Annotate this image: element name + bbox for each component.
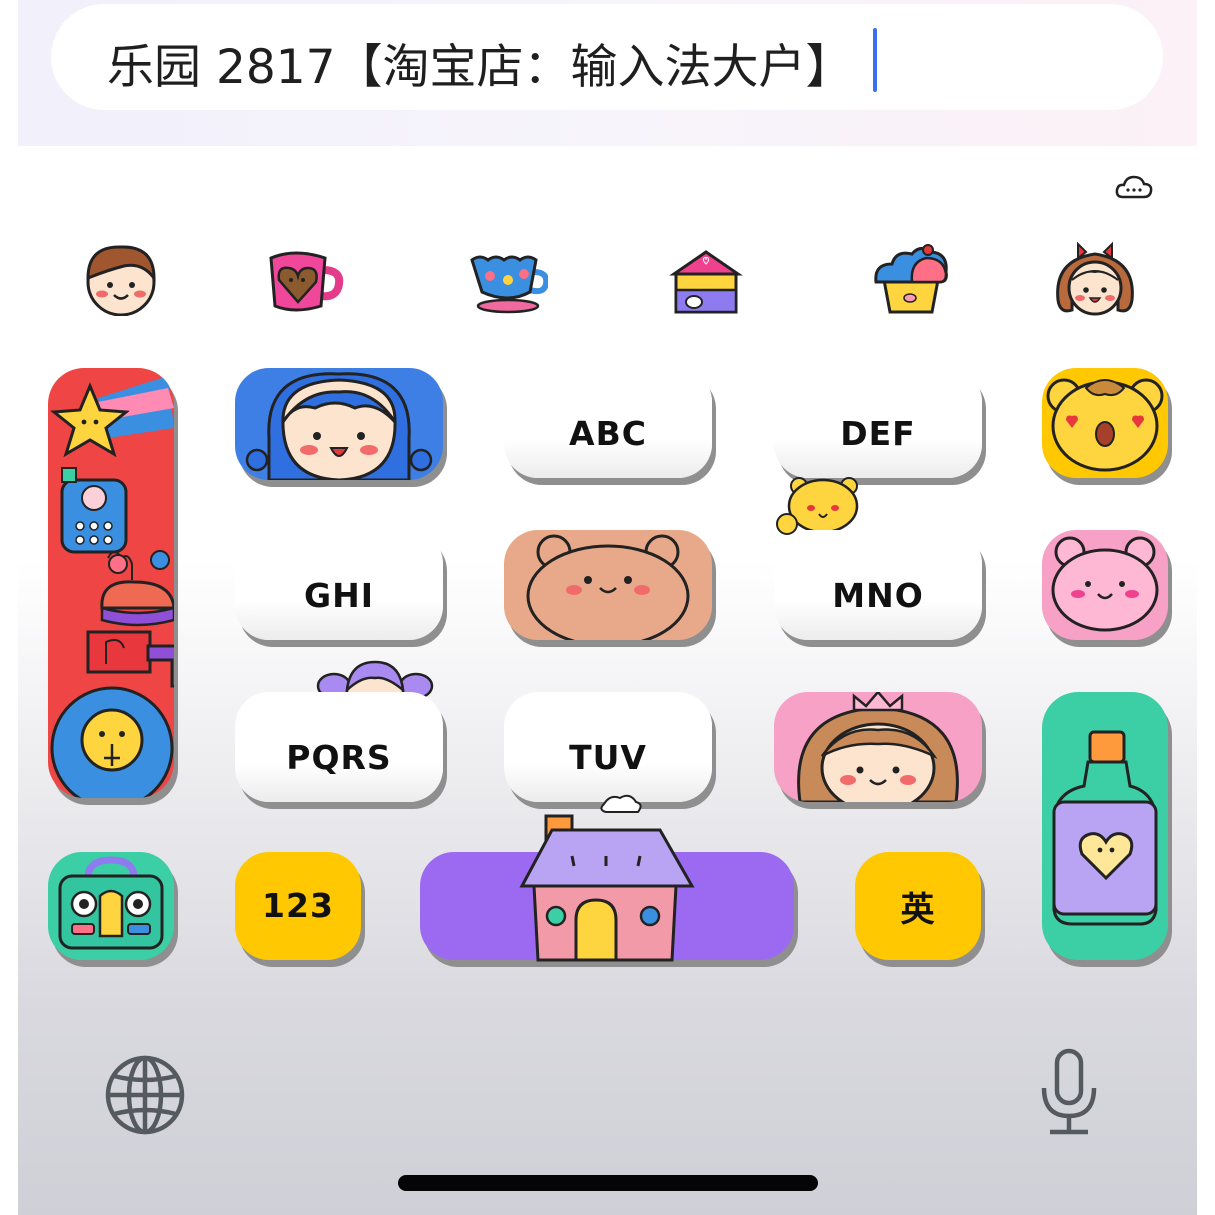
language-switch-label: 英: [900, 890, 936, 930]
cloud-sync-icon[interactable]: [1115, 174, 1153, 200]
number-mode-key[interactable]: 123: [235, 852, 361, 960]
flower-teacup-icon[interactable]: [468, 250, 548, 314]
milk-carton-house-icon[interactable]: [666, 246, 746, 316]
princess-sticker-key[interactable]: [774, 692, 982, 802]
blue-hair-girl-icon: [245, 372, 433, 480]
radio-sticker-key[interactable]: [48, 852, 174, 960]
sticker-collage-icon: [50, 376, 174, 798]
mno-key[interactable]: MNO: [774, 530, 982, 640]
heart-mug-icon[interactable]: [265, 246, 345, 316]
home-indicator[interactable]: [398, 1175, 818, 1191]
cupcake-icon[interactable]: [868, 240, 954, 316]
house-sticker-icon: [519, 794, 695, 962]
input-bar: 乐园 2817【淘宝店：输入法大户】: [18, 0, 1197, 146]
abc-key[interactable]: ABC: [504, 368, 712, 478]
bear-sticker-key[interactable]: [1042, 368, 1168, 478]
pink-bear-face-icon: [1051, 536, 1159, 632]
globe-icon[interactable]: [104, 1054, 186, 1136]
small-bear-sticker-icon: [776, 477, 859, 535]
girl-sticker-key[interactable]: [235, 368, 443, 480]
tuv-key-label: TUV: [569, 738, 647, 777]
boombox-icon: [58, 856, 164, 950]
def-key[interactable]: DEF: [774, 368, 982, 478]
ghi-key-label: GHI: [304, 576, 374, 615]
pink-bear-key[interactable]: [1042, 530, 1168, 640]
pqrs-key-label: PQRS: [286, 738, 392, 777]
left-tall-sticker-key[interactable]: [48, 368, 174, 798]
keyboard-screen: 乐园 2817【淘宝店：输入法大户】 ABC DEF GHI MNO PQRS …: [18, 0, 1197, 1215]
boy-face-icon[interactable]: [78, 240, 164, 316]
input-text: 乐园 2817【淘宝店：输入法大户】: [107, 40, 853, 95]
text-caret: [873, 28, 877, 92]
def-key-label: DEF: [840, 414, 916, 453]
tuv-key[interactable]: TUV: [504, 692, 712, 802]
girl-face-icon[interactable]: [1052, 240, 1138, 320]
ghi-key[interactable]: GHI: [235, 530, 443, 640]
language-switch-key[interactable]: 英: [855, 852, 981, 960]
pqrs-key[interactable]: PQRS: [235, 692, 443, 802]
microphone-icon[interactable]: [1038, 1048, 1100, 1136]
brown-bear-face-icon: [526, 534, 690, 640]
princess-girl-icon: [797, 692, 959, 802]
bottle-sticker-key[interactable]: [1042, 692, 1168, 960]
yellow-bear-face-icon: [1046, 378, 1164, 472]
potion-bottle-icon: [1052, 730, 1158, 926]
mno-key-label: MNO: [832, 576, 924, 615]
abc-key-label: ABC: [569, 414, 647, 453]
bear-face-key[interactable]: [504, 530, 712, 640]
number-mode-label: 123: [262, 886, 334, 925]
text-input-field[interactable]: 乐园 2817【淘宝店：输入法大户】: [51, 4, 1163, 110]
